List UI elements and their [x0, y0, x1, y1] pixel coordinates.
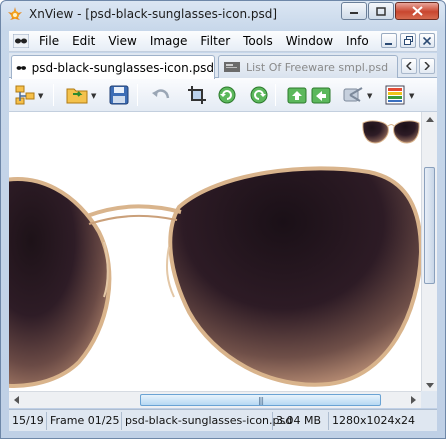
vertical-scroll-thumb[interactable] — [424, 167, 435, 284]
app-window: XnView - [psd-black-sunglasses-icon.psd]… — [0, 0, 446, 439]
open-button[interactable] — [65, 83, 89, 107]
scroll-right-button[interactable] — [406, 392, 421, 407]
chevron-down-icon[interactable]: ▼ — [91, 92, 96, 100]
maximize-icon — [376, 6, 386, 16]
status-bar: 15/19 Frame 01/25 psd-black-sunglasses-i… — [9, 409, 437, 431]
view-mode-button[interactable] — [383, 83, 407, 107]
sunglasses-icon[interactable] — [13, 34, 29, 48]
menu-edit[interactable]: Edit — [72, 34, 95, 48]
undo-icon — [152, 89, 170, 99]
maximize-button[interactable] — [368, 2, 394, 20]
browser-icon — [15, 85, 35, 105]
chevron-right-icon — [411, 395, 416, 404]
grip-icon: ||| — [257, 395, 264, 405]
view-mode-icon — [385, 85, 405, 105]
rotate-right-button[interactable] — [247, 83, 271, 107]
window-title: XnView - [psd-black-sunglasses-icon.psd] — [29, 7, 278, 21]
chevron-down-icon[interactable]: ▼ — [367, 92, 372, 100]
tab-bar: psd-black-sunglasses-icon.psd List Of Fr… — [9, 53, 437, 79]
tab-label: List Of Freeware smpl.psd — [246, 60, 389, 74]
tab-scroll-right-button[interactable] — [419, 58, 435, 74]
scroll-left-button[interactable] — [9, 392, 24, 407]
scroll-up-button[interactable] — [422, 112, 437, 127]
menu-view[interactable]: View — [108, 34, 136, 48]
previous-button[interactable] — [285, 83, 309, 107]
browser-button[interactable] — [13, 83, 37, 107]
sunglasses-image — [9, 166, 424, 388]
chevron-right-icon — [424, 62, 430, 70]
menu-filter[interactable]: Filter — [200, 34, 230, 48]
save-button[interactable] — [107, 83, 131, 107]
document-icon — [224, 62, 240, 72]
status-filesize: 3.04 MB — [273, 411, 329, 430]
menu-tools[interactable]: Tools — [243, 34, 273, 48]
chevron-left-icon — [406, 62, 412, 70]
rotate-left-button[interactable] — [215, 83, 239, 107]
minimize-icon — [350, 12, 358, 14]
tab-list-of-freeware[interactable]: List Of Freeware smpl.psd — [218, 55, 398, 78]
crop-icon — [188, 86, 206, 104]
tools-button[interactable] — [341, 83, 365, 107]
toolbar-separator — [275, 84, 276, 106]
chevron-down-icon — [425, 383, 434, 388]
chevron-left-icon — [14, 395, 19, 404]
menu-window[interactable]: Window — [286, 34, 333, 48]
status-dimensions: 1280x1024x24 — [332, 414, 416, 427]
image-view[interactable] — [9, 112, 437, 408]
title-bar[interactable]: XnView - [psd-black-sunglasses-icon.psd] — [1, 1, 445, 29]
menu-file[interactable]: File — [39, 34, 59, 48]
close-icon — [423, 36, 431, 45]
scrollbar-corner — [421, 391, 437, 408]
mdi-minimize-button[interactable] — [381, 33, 397, 48]
save-icon — [109, 85, 129, 105]
chevron-down-icon[interactable]: ▼ — [409, 92, 414, 100]
image-thumbnail[interactable] — [361, 115, 421, 147]
toolbar: ▼ ▼ ▼ ▼ — [9, 78, 437, 112]
menu-bar: File Edit View Image Filter Tools Window… — [9, 31, 437, 52]
mdi-restore-button[interactable] — [400, 33, 416, 48]
toolbar-separator — [137, 84, 138, 106]
horizontal-scrollbar[interactable]: ||| — [9, 391, 421, 408]
rotate-right-icon — [250, 86, 268, 104]
next-icon — [311, 87, 331, 104]
previous-icon — [287, 87, 307, 104]
next-button[interactable] — [309, 83, 333, 107]
vertical-scrollbar[interactable] — [421, 112, 437, 395]
tools-icon — [343, 87, 363, 102]
status-filename: psd-black-sunglasses-icon.psd — [122, 411, 292, 430]
undo-button[interactable] — [149, 83, 173, 107]
chevron-down-icon[interactable]: ▼ — [38, 92, 43, 100]
horizontal-scroll-thumb[interactable]: ||| — [140, 394, 381, 406]
crop-button[interactable] — [185, 83, 209, 107]
menu-info[interactable]: Info — [346, 34, 369, 48]
chevron-up-icon — [425, 117, 434, 122]
tab-scroll-left-button[interactable] — [401, 58, 417, 74]
tab-psd-black-sunglasses[interactable]: psd-black-sunglasses-icon.psd — [11, 55, 215, 79]
close-button[interactable] — [395, 2, 439, 20]
status-index: 15/19 — [9, 411, 47, 430]
sunglasses-icon — [16, 65, 26, 70]
minimize-button[interactable] — [341, 2, 367, 20]
tab-label: psd-black-sunglasses-icon.psd — [31, 60, 214, 75]
mdi-close-button[interactable] — [419, 33, 435, 48]
open-folder-icon — [66, 88, 88, 104]
xnview-logo-icon — [8, 7, 22, 20]
close-icon — [411, 6, 423, 16]
toolbar-separator — [53, 84, 54, 106]
status-frame: Frame 01/25 — [47, 411, 122, 430]
rotate-left-icon — [218, 86, 236, 104]
restore-icon — [403, 36, 413, 45]
menu-image[interactable]: Image — [150, 34, 188, 48]
minimize-icon — [385, 42, 392, 45]
